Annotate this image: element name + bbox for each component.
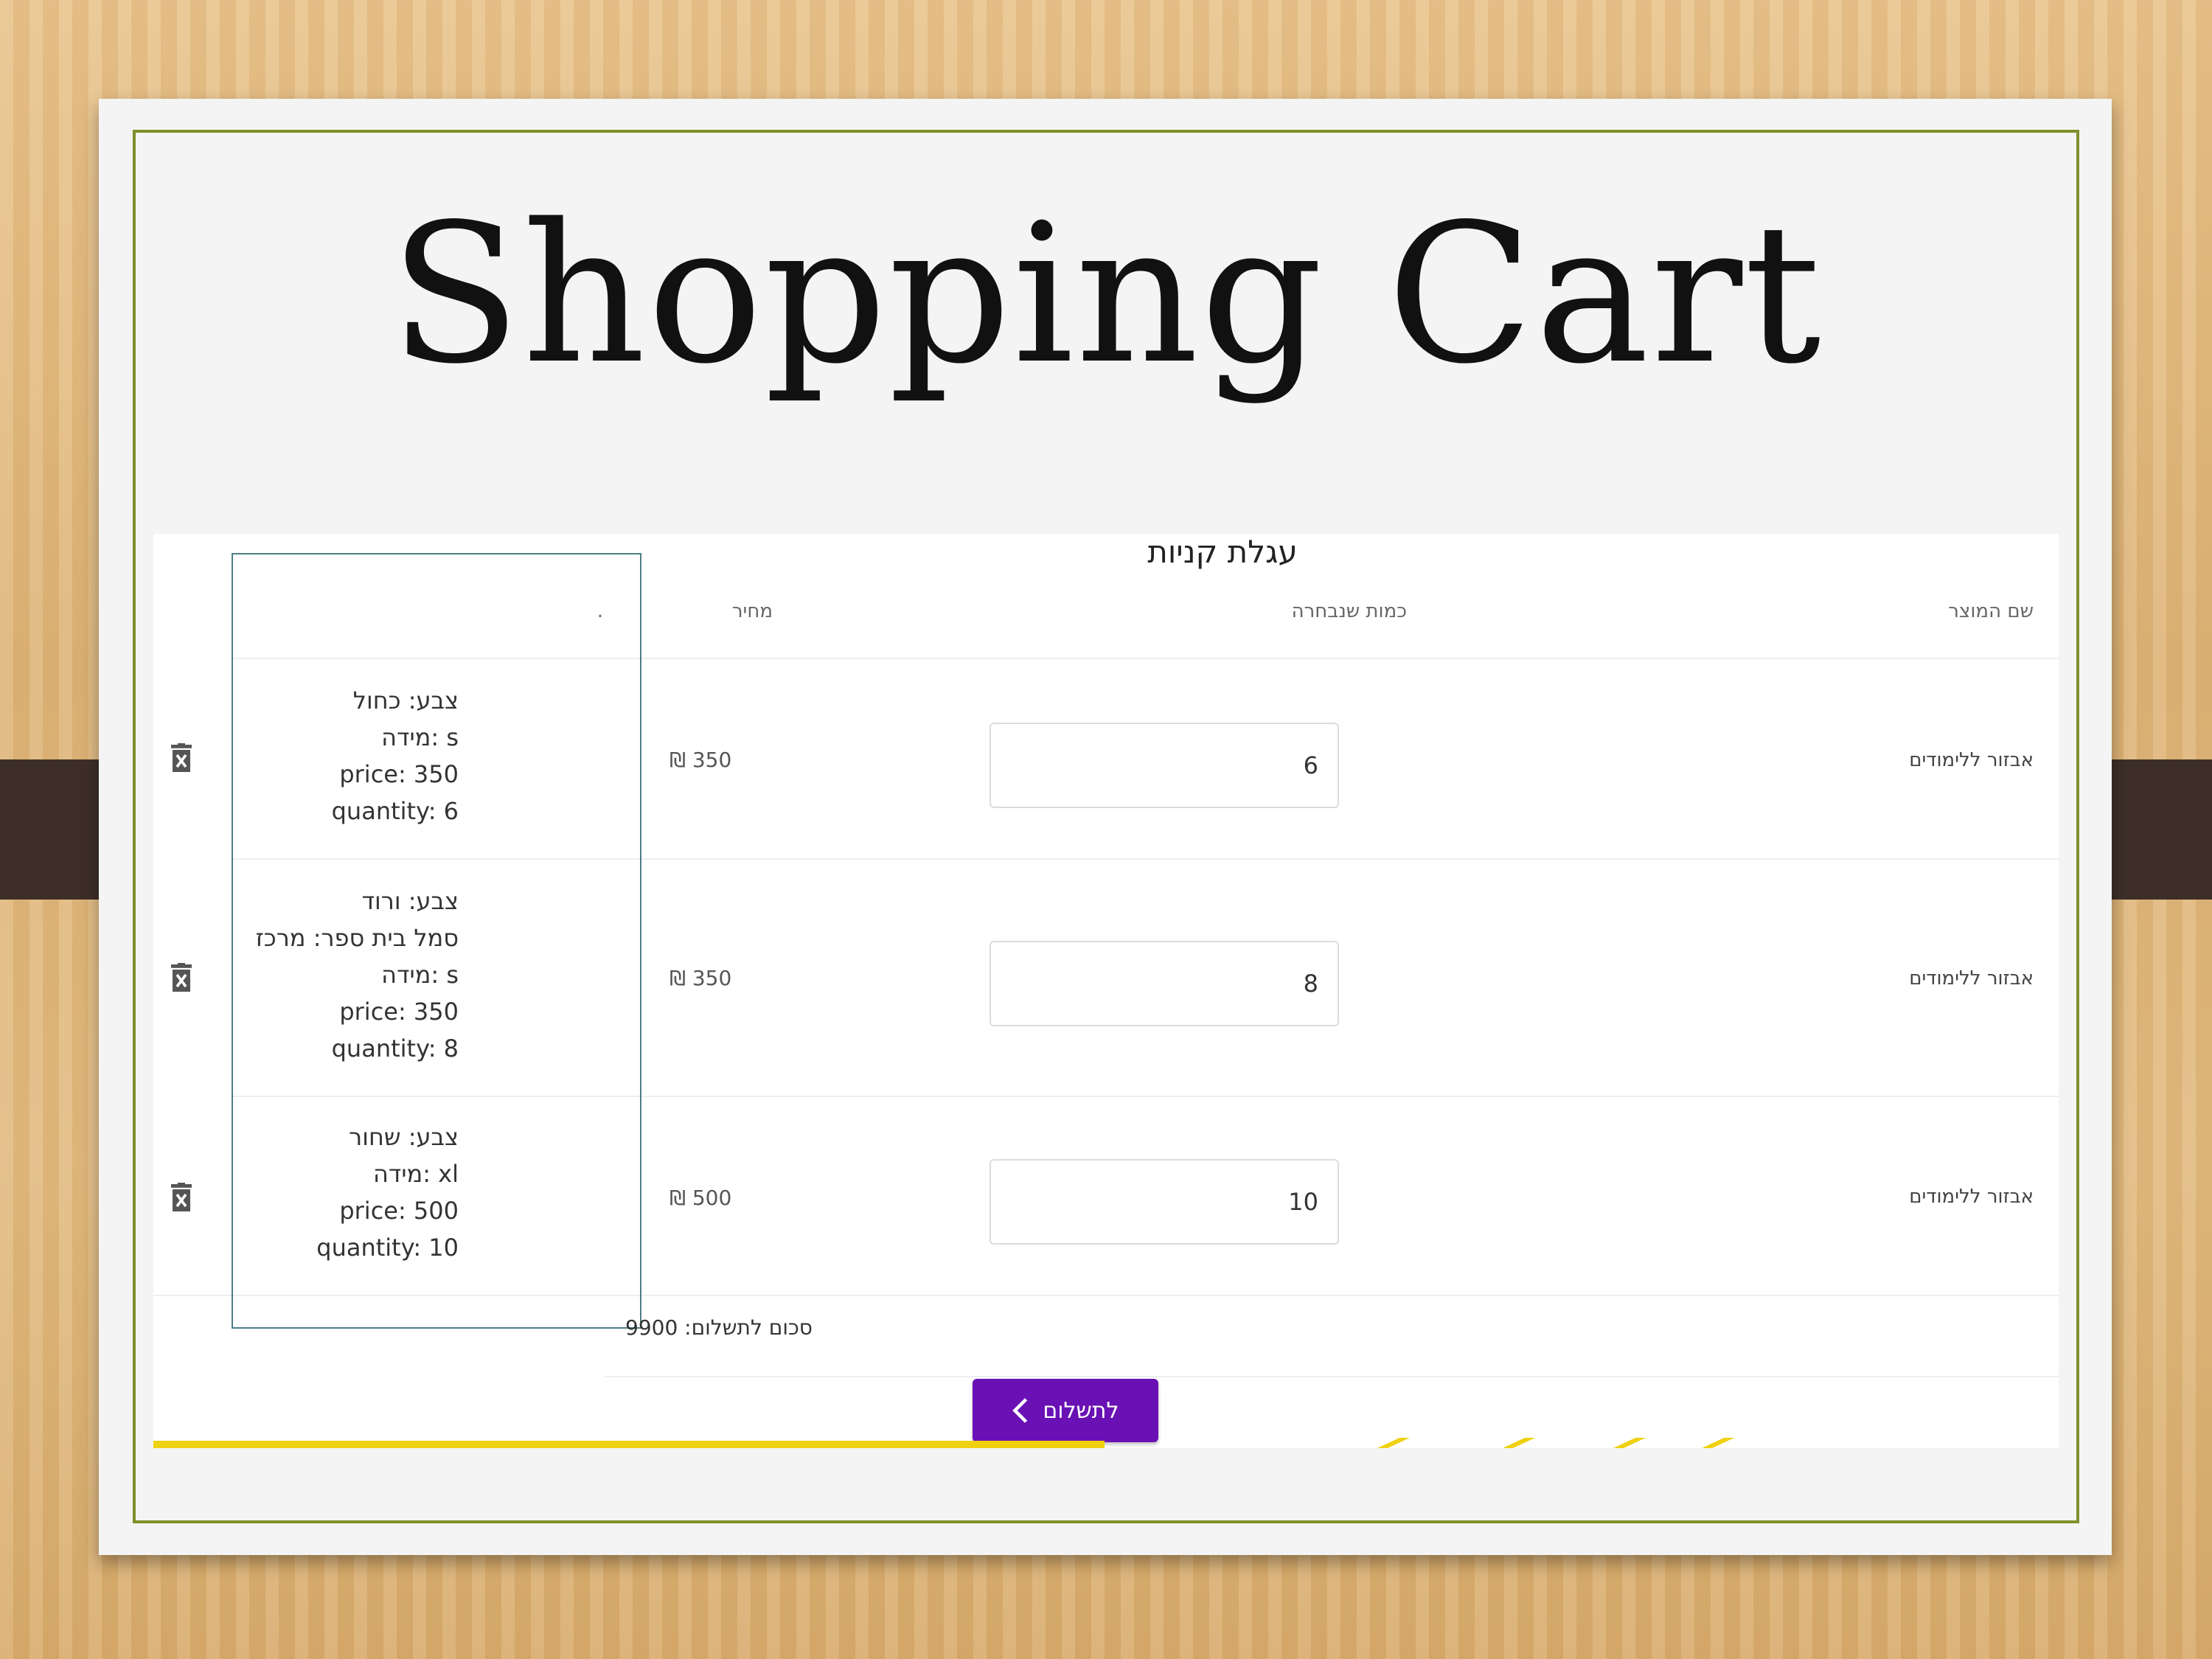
pay-button-label: לתשלום — [1043, 1397, 1119, 1424]
chevron-left-icon — [1012, 1398, 1028, 1423]
row-detail-line: price: 350 — [339, 760, 459, 788]
row-detail-line: צבע: ורוד — [361, 887, 459, 915]
row-price: 350 ₪ — [669, 966, 732, 990]
row-detail-line: quantity: 8 — [331, 1034, 459, 1062]
pay-button[interactable]: לתשלום — [973, 1379, 1158, 1442]
row-product-name: אבזור ללימודים — [1909, 749, 2034, 771]
row-detail-line: quantity: 10 — [316, 1234, 459, 1262]
cart-screenshot: עגלת קניות שם המוצר כמות שנבחרה מחיר . צ… — [153, 534, 2059, 1448]
slide-title: Shopping Cart — [389, 184, 1823, 406]
cart-title: עגלת קניות — [1147, 534, 1298, 570]
row-detail-line: price: 500 — [339, 1197, 459, 1225]
row-detail-line: צבע: כחול — [352, 686, 459, 714]
quantity-input[interactable] — [990, 1159, 1339, 1245]
row-detail-line: quantity: 6 — [331, 797, 459, 825]
header-quantity: כמות שנבחרה — [1291, 600, 1407, 622]
row-detail-line: מידה: xl — [372, 1160, 459, 1188]
row-price: 350 ₪ — [669, 748, 732, 772]
row-detail-line: מידה: s — [381, 961, 459, 989]
row-price: 500 ₪ — [669, 1186, 732, 1210]
quantity-input[interactable] — [990, 723, 1339, 808]
row-divider — [605, 1376, 2059, 1377]
header-product-name: שם המוצר — [1948, 600, 2034, 622]
accent-strip-fragments — [1377, 1438, 1734, 1448]
row-detail-line: סמל בית ספר: מרכז — [255, 924, 459, 952]
row-product-name: אבזור ללימודים — [1909, 1186, 2034, 1208]
quantity-input[interactable] — [990, 941, 1339, 1026]
row-detail-line: צבע: שחור — [349, 1123, 459, 1151]
header-price: מחיר — [731, 600, 773, 622]
total-to-pay: סכום לתשלום: 9900 — [625, 1315, 813, 1340]
row-detail-line: מידה: s — [381, 723, 459, 751]
accent-strip — [153, 1441, 1105, 1448]
row-product-name: אבזור ללימודים — [1909, 967, 2034, 990]
row-detail-line: price: 350 — [339, 998, 459, 1026]
